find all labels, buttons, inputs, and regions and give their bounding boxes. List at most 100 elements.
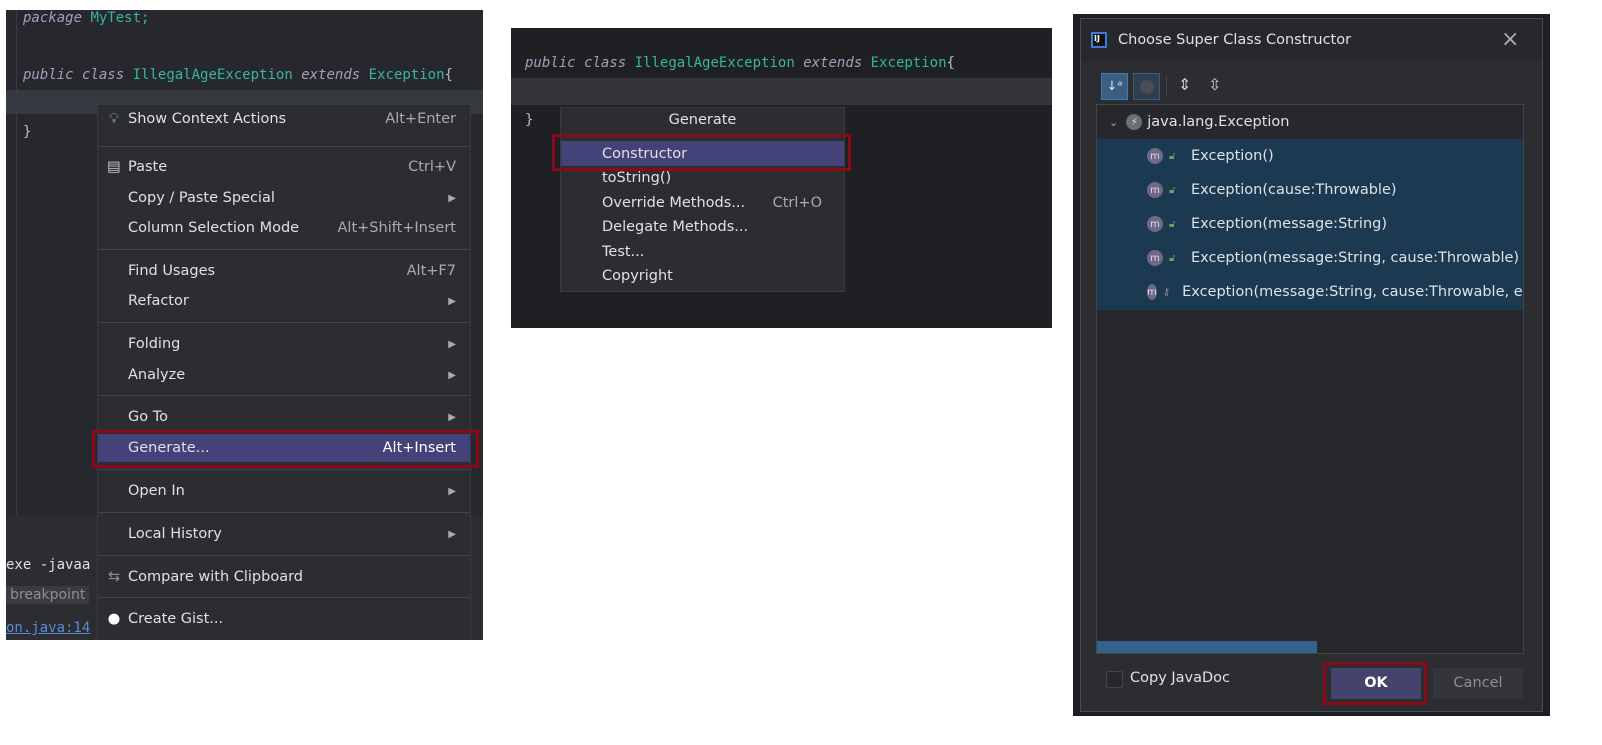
highlight-box	[552, 134, 851, 171]
context-menu: 💡︎ Show Context Actions Alt+Enter ▤ Paste Ct…	[97, 104, 471, 640]
github-icon: ●	[107, 611, 121, 627]
chevron-down-icon[interactable]: ⌄	[1109, 116, 1118, 129]
menu-item-refactor[interactable]: Refactor ▶	[98, 287, 470, 315]
code-line-class: public class IllegalAgeException extends…	[525, 55, 955, 71]
public-unlock-icon: 🔓︎	[1169, 150, 1176, 162]
menu-item-open-in[interactable]: Open In ▶	[98, 477, 470, 505]
keyword: public	[525, 55, 576, 71]
separator	[98, 555, 470, 556]
keyword: public	[23, 67, 74, 83]
constructor-row[interactable]: m ⚷ Exception(message:String, cause:Throwa…	[1097, 275, 1523, 309]
method-icon: m	[1147, 250, 1163, 266]
generate-item-delegate-methods[interactable]: Delegate Methods...	[561, 215, 844, 239]
menu-item-analyze[interactable]: Analyze ▶	[98, 361, 470, 389]
constructor-row[interactable]: m 🔓︎ Exception()	[1097, 139, 1523, 173]
item-label: Override Methods...	[602, 194, 746, 211]
item-label: Copyright	[602, 268, 673, 284]
generate-item-copyright[interactable]: Copyright	[561, 264, 844, 288]
separator	[98, 249, 470, 250]
close-icon[interactable]: ×	[1501, 27, 1519, 52]
shortcut: Ctrl+O	[772, 194, 822, 211]
menu-label: Copy / Paste Special	[128, 190, 275, 206]
cancel-button[interactable]: Cancel	[1433, 668, 1523, 699]
compare-icon: ⇆	[107, 569, 121, 585]
tree-root-label: java.lang.Exception	[1147, 114, 1290, 130]
menu-label: Folding	[128, 336, 181, 352]
menu-label: Analyze	[128, 367, 186, 383]
console-line: exe -javaa	[6, 557, 91, 573]
menu-label: Go To	[128, 409, 168, 425]
submenu-arrow-icon: ▶	[448, 295, 456, 307]
menu-item-show-context-actions[interactable]: 💡︎ Show Context Actions Alt+Enter	[98, 105, 470, 133]
generate-item-test[interactable]: Test...	[561, 239, 844, 264]
menu-label: Column Selection Mode	[128, 220, 300, 236]
menu-label: Open In	[128, 483, 185, 499]
brace: {	[444, 67, 453, 83]
class-icon	[1140, 80, 1154, 94]
tree-root[interactable]: ⌄ ⚡︎ java.lang.Exception	[1097, 105, 1523, 139]
generate-popup-screenshot: public class IllegalAgeException extends…	[511, 28, 1052, 328]
submenu-arrow-icon: ▶	[448, 528, 456, 540]
keyword: class	[584, 55, 627, 71]
shortcut: Alt+Shift+Insert	[337, 220, 456, 236]
menu-item-paste[interactable]: ▤ Paste Ctrl+V	[98, 153, 470, 181]
horizontal-scrollbar[interactable]	[1097, 641, 1317, 653]
separator	[98, 469, 470, 470]
constructor-label: Exception(message:String, cause:Throwabl…	[1182, 284, 1524, 300]
submenu-arrow-icon: ▶	[448, 369, 456, 381]
menu-item-compare-with-clipboard[interactable]: ⇆ Compare with Clipboard	[98, 563, 470, 591]
menu-item-column-selection-mode[interactable]: Column Selection Mode Alt+Shift+Insert	[98, 214, 470, 242]
class-name: IllegalAgeException	[132, 67, 293, 83]
collapse-all-icon[interactable]: ⇳	[1208, 75, 1221, 94]
menu-label: Refactor	[128, 293, 189, 309]
constructor-label: Exception()	[1191, 148, 1274, 164]
constructor-label: Exception(message:String)	[1191, 216, 1387, 232]
highlight-box	[1323, 662, 1427, 705]
menu-label: Local History	[128, 526, 222, 542]
menu-label: Find Usages	[128, 263, 216, 279]
copy-javadoc-checkbox[interactable]	[1106, 671, 1123, 688]
menu-label: Paste	[128, 159, 168, 175]
editor-context-menu-screenshot: package MyTest; public class IllegalAgeE…	[6, 10, 483, 640]
menu-item-local-history[interactable]: Local History ▶	[98, 520, 470, 548]
public-unlock-icon: 🔓︎	[1169, 184, 1176, 196]
code-line-package: package MyTest;	[23, 10, 149, 26]
constructor-row[interactable]: m 🔓︎ Exception(message:String)	[1097, 207, 1523, 241]
keyword: class	[82, 67, 125, 83]
menu-item-copy-paste-special[interactable]: Copy / Paste Special ▶	[98, 184, 470, 212]
title-bar: IJ Choose Super Class Constructor ×	[1081, 19, 1542, 61]
separator	[98, 395, 470, 396]
shortcut: Alt+F7	[406, 263, 456, 279]
public-unlock-icon: 🔓︎	[1169, 252, 1176, 264]
generate-item-override-methods[interactable]: Override Methods... Ctrl+O	[561, 190, 844, 215]
expand-all-icon[interactable]: ⇕	[1178, 75, 1191, 94]
method-icon: m	[1147, 284, 1157, 300]
gutter-line	[16, 10, 17, 515]
console-link[interactable]: on.java:14	[6, 620, 90, 636]
constructor-tree: ⌄ ⚡︎ java.lang.Exception m 🔓︎ Exception() …	[1096, 104, 1524, 654]
menu-item-folding[interactable]: Folding ▶	[98, 330, 470, 358]
copy-javadoc-label: Copy JavaDoc	[1130, 670, 1231, 686]
keyword: extends	[803, 55, 863, 71]
public-unlock-icon: 🔓︎	[1169, 218, 1176, 230]
shortcut: Alt+Enter	[385, 111, 456, 127]
superclass-name: Exception	[368, 67, 445, 83]
menu-item-go-to[interactable]: Go To ▶	[98, 403, 470, 431]
show-classes-toggle[interactable]	[1133, 73, 1160, 100]
separator	[98, 597, 470, 598]
item-label: toString()	[602, 170, 672, 186]
clipboard-icon: ▤	[107, 159, 121, 175]
caret-row	[511, 78, 1052, 105]
dialog-title: Choose Super Class Constructor	[1118, 32, 1352, 48]
breakpoint-badge: breakpoint	[6, 586, 90, 604]
separator	[98, 322, 470, 323]
constructor-row[interactable]: m 🔓︎ Exception(message:String, cause:Throw…	[1097, 241, 1523, 275]
package-name: MyTest;	[90, 10, 150, 26]
sort-alphabetically-icon[interactable]: ↓ᵃ	[1101, 73, 1128, 100]
menu-item-find-usages[interactable]: Find Usages Alt+F7	[98, 257, 470, 285]
menu-item-create-gist[interactable]: ● Create Gist...	[98, 605, 470, 633]
constructor-row[interactable]: m 🔓︎ Exception(cause:Throwable)	[1097, 173, 1523, 207]
item-label: Delegate Methods...	[602, 219, 749, 235]
menu-label: Show Context Actions	[128, 111, 287, 127]
exception-class-icon: ⚡︎	[1126, 114, 1143, 130]
